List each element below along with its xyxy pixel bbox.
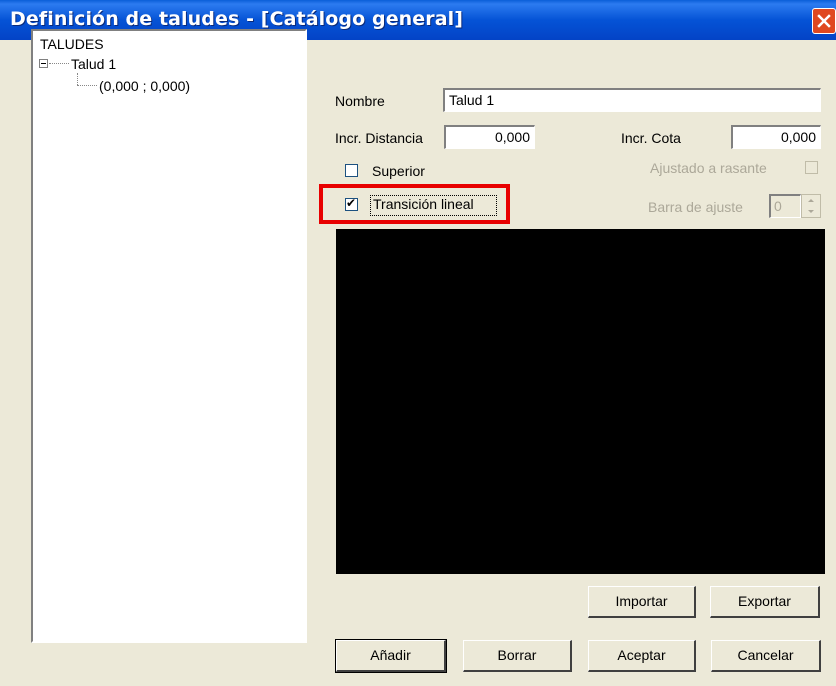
nombre-label: Nombre bbox=[335, 93, 385, 109]
cancelar-button[interactable]: Cancelar bbox=[711, 640, 821, 672]
ajustado-checkbox bbox=[805, 161, 818, 174]
spin-down-icon bbox=[808, 210, 814, 213]
incr-cota-field[interactable]: 0,000 bbox=[731, 125, 821, 149]
tree-connector bbox=[49, 63, 69, 64]
spin-up-icon bbox=[808, 199, 814, 202]
superior-checkbox[interactable] bbox=[345, 164, 358, 177]
barra-field: 0 bbox=[769, 194, 801, 218]
borrar-button[interactable]: Borrar bbox=[463, 640, 572, 672]
window-title: Definición de taludes - [Catálogo genera… bbox=[10, 8, 464, 30]
incr-distancia-field[interactable]: 0,000 bbox=[444, 125, 535, 149]
tree-connector bbox=[77, 85, 97, 86]
tree-root-label[interactable]: TALUDES bbox=[40, 36, 104, 52]
tree-item-talud[interactable]: Talud 1 bbox=[71, 56, 116, 72]
focus-rect bbox=[370, 195, 497, 216]
nombre-field[interactable]: Talud 1 bbox=[443, 88, 821, 112]
close-icon bbox=[817, 14, 831, 28]
incr-distancia-label: Incr. Distancia bbox=[335, 130, 423, 146]
tree-connector bbox=[77, 73, 78, 85]
incr-cota-label: Incr. Cota bbox=[621, 130, 681, 146]
transicion-checkbox[interactable] bbox=[345, 196, 358, 211]
importar-button[interactable]: Importar bbox=[588, 586, 696, 618]
ajustado-label: Ajustado a rasante bbox=[650, 160, 767, 176]
exportar-button[interactable]: Exportar bbox=[710, 586, 820, 618]
tree-item-point[interactable]: (0,000 ; 0,000) bbox=[99, 78, 190, 94]
barra-spinner bbox=[801, 194, 821, 218]
close-button[interactable] bbox=[812, 8, 836, 34]
taludes-tree[interactable]: TALUDES Talud 1 (0,000 ; 0,000) bbox=[31, 29, 307, 643]
collapse-icon[interactable] bbox=[39, 59, 48, 68]
superior-label[interactable]: Superior bbox=[372, 163, 425, 179]
anadir-button[interactable]: Añadir bbox=[335, 639, 447, 673]
talud-preview-canvas[interactable] bbox=[336, 229, 825, 574]
barra-label: Barra de ajuste bbox=[648, 199, 743, 215]
aceptar-button[interactable]: Aceptar bbox=[588, 640, 696, 672]
